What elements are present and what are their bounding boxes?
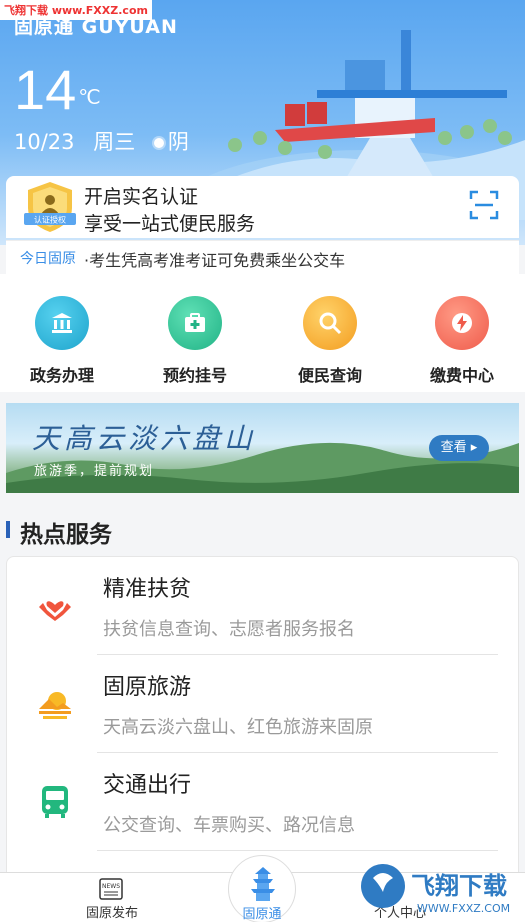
svg-text:WWW.FXXZ.COM: WWW.FXXZ.COM (417, 902, 510, 915)
quick-action-payment[interactable]: 缴费中心 (407, 296, 517, 386)
auth-title: 开启实名认证 (84, 186, 199, 208)
real-name-auth-card[interactable]: 认证授权 开启实名认证 享受一站式便民服务 (6, 176, 519, 238)
section-title: 热点服务 (20, 522, 112, 548)
date-text: 10/23 (14, 130, 75, 154)
banner-title: 天高云淡六盘山 (32, 422, 257, 455)
list-item-tourism[interactable]: 固原旅游 天高云淡六盘山、红色旅游来固原 (7, 655, 518, 753)
quick-action-appointment[interactable]: 预约挂号 (140, 296, 250, 386)
government-icon (35, 296, 89, 350)
news-icon: NEWS (99, 878, 123, 900)
list-item-poverty[interactable]: 精准扶贫 扶贫信息查询、志愿者服务报名 (7, 557, 518, 655)
banner-view-button[interactable]: 查看 ▸ (429, 435, 489, 461)
certification-badge-icon: 认证授权 (24, 182, 76, 232)
watermark-bottom-right: 飞翔下载 WWW.FXXZ.COM (359, 858, 519, 920)
quick-action-query[interactable]: 便民查询 (275, 296, 385, 386)
tab-news[interactable]: NEWS 固原发布 (42, 873, 182, 922)
weather-condition: 阴 (167, 130, 189, 154)
list-item-transport[interactable]: 交通出行 公交查询、车票购买、路况信息 (7, 753, 518, 851)
svg-text:认证授权: 认证授权 (34, 215, 66, 225)
auth-subtitle: 享受一站式便民服务 (84, 213, 256, 235)
section-marker (6, 521, 10, 538)
weekday-text: 周三 (93, 130, 136, 154)
svg-text:NEWS: NEWS (102, 883, 120, 890)
medical-kit-icon (168, 296, 222, 350)
quick-actions: 政务办理 预约挂号 便民查询 缴费中心 (0, 274, 525, 392)
news-headline[interactable]: ·考生凭高考准考证可免费乘坐公交车 (84, 247, 345, 271)
scan-icon[interactable] (469, 190, 499, 220)
lightning-icon (435, 296, 489, 350)
search-icon (303, 296, 357, 350)
banner-subtitle: 旅游季，提前规划 (34, 464, 155, 479)
heart-hands-icon (39, 601, 71, 621)
news-tag: 今日固原 (20, 251, 76, 267)
tab-home-center[interactable]: 固原通 (228, 855, 296, 922)
news-ticker[interactable]: 今日固原 ·考生凭高考准考证可免费乘坐公交车 (6, 240, 519, 274)
tourism-banner[interactable]: 天高云淡六盘山 旅游季，提前规划 查看 ▸ (6, 403, 519, 493)
pagoda-icon (251, 867, 275, 901)
sun-icon (153, 138, 164, 148)
hot-services-list: 精准扶贫 扶贫信息查询、志愿者服务报名 固原旅游 天高云淡六盘山、红色旅游来固原… (6, 556, 519, 886)
date-weather-line: 10/23 周三 阴 (14, 126, 201, 156)
temperature: 14 ℃ (14, 58, 101, 121)
svg-text:飞翔下载: 飞翔下载 (411, 872, 507, 900)
sunset-icon (39, 692, 71, 719)
hot-services-header: 热点服务 (0, 503, 525, 553)
watermark-top-left: 飞翔下载 www.FXXZ.com (0, 0, 152, 20)
quick-action-government[interactable]: 政务办理 (7, 296, 117, 386)
bus-icon (42, 786, 68, 818)
